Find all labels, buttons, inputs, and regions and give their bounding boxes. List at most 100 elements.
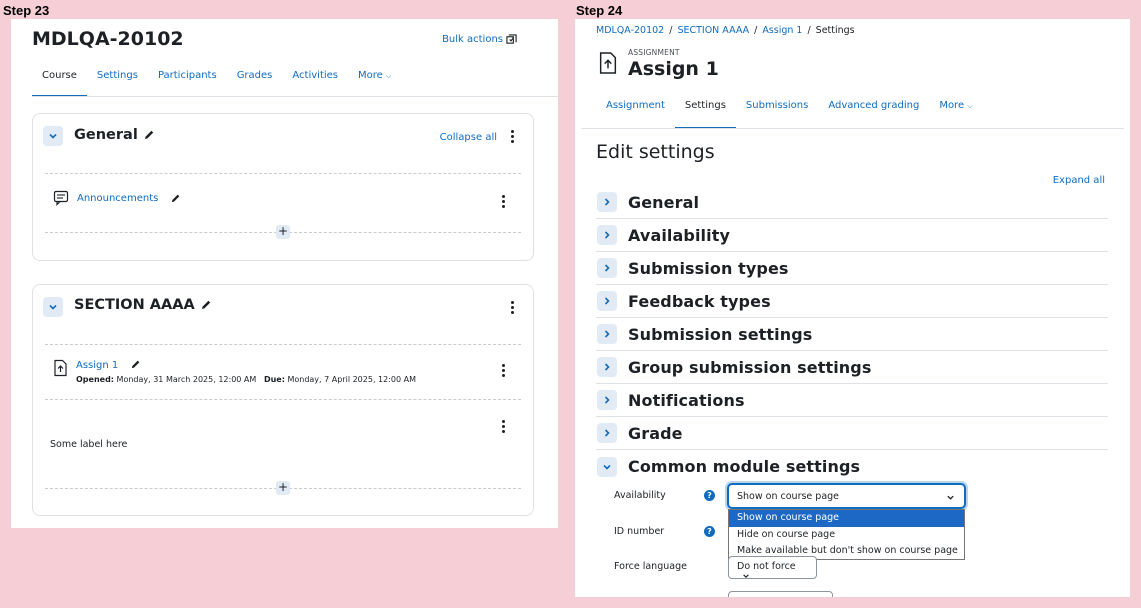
section-title-text: SECTION AAAA: [74, 297, 195, 313]
tab-grades[interactable]: Grades: [227, 69, 283, 97]
force-language-label: Force language: [614, 561, 687, 572]
activity-item: Announcements: [53, 190, 181, 206]
divider: [45, 399, 521, 400]
assignment-settings-panel: MDLQA-20102/ SECTION AAAA / Assign 1/ Set…: [575, 19, 1130, 597]
fieldset-label: Common module settings: [628, 457, 861, 476]
add-content-button[interactable]: +: [276, 481, 290, 495]
assignment-icon: [599, 52, 617, 74]
tab-settings[interactable]: Settings: [87, 69, 148, 97]
fieldset-common-module-settings[interactable]: Common module settings: [596, 450, 1108, 483]
due-value: Monday, 7 April 2025, 12:00 AM: [287, 375, 416, 384]
next-select[interactable]: [728, 591, 833, 597]
chevron-down-icon: ⌵: [967, 102, 973, 110]
chevron-right-icon: [597, 291, 617, 311]
chevron-down-icon: [947, 495, 954, 500]
section-title: General: [74, 127, 155, 143]
chevron-down-icon: [49, 133, 57, 139]
tab-participants[interactable]: Participants: [148, 69, 227, 97]
label-menu-icon[interactable]: [498, 420, 508, 433]
section-menu-icon[interactable]: [507, 130, 517, 143]
tab-more-label: More: [358, 70, 383, 81]
section-collapse-button[interactable]: [43, 297, 63, 317]
tab-course[interactable]: Course: [32, 69, 87, 97]
tab-submissions[interactable]: Submissions: [736, 100, 818, 129]
dropdown-option[interactable]: Show on course page: [729, 510, 964, 527]
activity-menu-icon[interactable]: [498, 364, 508, 377]
expand-all-link[interactable]: Expand all: [1053, 175, 1105, 186]
breadcrumb-current: Settings: [815, 25, 855, 36]
chevron-down-icon: [597, 456, 617, 477]
tab-activities[interactable]: Activities: [282, 69, 348, 97]
course-title: MDLQA-20102: [32, 28, 184, 50]
nav-divider: [581, 128, 1124, 129]
chevron-down-icon: [49, 304, 57, 310]
divider: [45, 173, 521, 174]
activity-link[interactable]: Announcements: [77, 193, 158, 204]
fieldset-label: Grade: [628, 423, 683, 443]
chevron-right-icon: [597, 192, 617, 212]
chevron-right-icon: [597, 357, 617, 377]
availability-select[interactable]: Show on course page: [727, 483, 966, 509]
pencil-icon[interactable]: [143, 129, 155, 141]
collapse-all-link[interactable]: Collapse all: [440, 132, 497, 143]
chevron-right-icon: [597, 225, 617, 245]
activity-link[interactable]: Assign 1: [76, 360, 118, 371]
activity-nav-tabs: Assignment Settings Submissions Advanced…: [596, 100, 983, 129]
pencil-icon[interactable]: [200, 299, 212, 311]
section-aaaa: SECTION AAAA Assign 1 Opened: Monday, 31…: [32, 284, 534, 516]
fieldset-availability[interactable]: Availability: [596, 219, 1108, 252]
section-general: General Collapse all Announcements +: [32, 113, 534, 261]
tab-advanced-grading[interactable]: Advanced grading: [818, 100, 929, 129]
fieldset-notifications[interactable]: Notifications: [596, 384, 1108, 417]
course-page-panel: MDLQA-20102 Bulk actions Course Settings…: [11, 19, 558, 528]
fieldset-label: Availability: [628, 225, 730, 245]
nav-divider: [32, 96, 558, 97]
fieldset-label: Submission types: [628, 258, 789, 278]
fieldset-group-submission-settings[interactable]: Group submission settings: [596, 351, 1108, 384]
section-menu-icon[interactable]: [507, 301, 517, 314]
section-collapse-button[interactable]: [43, 126, 63, 146]
page-title: Assign 1: [628, 58, 719, 80]
opened-label: Opened:: [76, 375, 114, 384]
due-label: Due:: [263, 375, 285, 384]
activity-menu-icon[interactable]: [498, 195, 508, 208]
help-icon[interactable]: ?: [704, 526, 715, 537]
force-language-value: Do not force: [737, 561, 796, 572]
fieldset-grade[interactable]: Grade: [596, 417, 1108, 450]
pencil-icon[interactable]: [130, 359, 141, 370]
bulk-edit-icon: [506, 34, 517, 44]
fieldset-submission-types[interactable]: Submission types: [596, 252, 1108, 285]
assignment-icon: [54, 359, 67, 377]
fieldset-label: Notifications: [628, 390, 745, 410]
breadcrumb-item[interactable]: Assign 1: [762, 25, 802, 36]
tab-assignment[interactable]: Assignment: [596, 100, 675, 129]
fieldset-label: Submission settings: [628, 324, 813, 344]
breadcrumb-item[interactable]: MDLQA-20102: [596, 25, 664, 36]
chevron-down-icon: [743, 574, 749, 578]
dropdown-option[interactable]: Hide on course page: [729, 527, 964, 544]
tab-more[interactable]: More ⌵: [929, 100, 982, 129]
tab-more[interactable]: More ⌵: [348, 69, 401, 97]
chevron-right-icon: [597, 258, 617, 278]
tab-settings[interactable]: Settings: [674, 100, 736, 129]
step-label-right: Step 24: [576, 3, 623, 18]
id-number-label: ID number: [614, 526, 665, 537]
force-language-select[interactable]: Do not force: [728, 556, 817, 579]
label-text: Some label here: [50, 439, 128, 450]
fieldset-label: Group submission settings: [628, 357, 872, 377]
bulk-actions-label: Bulk actions: [442, 34, 503, 45]
breadcrumb-item[interactable]: SECTION AAAA: [677, 25, 749, 36]
availability-label: Availability: [614, 490, 666, 501]
edit-settings-heading: Edit settings: [596, 141, 715, 163]
forum-icon: [53, 190, 69, 206]
fieldset-general[interactable]: General: [596, 186, 1108, 219]
fieldset-feedback-types[interactable]: Feedback types: [596, 285, 1108, 318]
bulk-actions-button[interactable]: Bulk actions: [442, 34, 517, 45]
pencil-icon[interactable]: [170, 193, 181, 204]
help-icon[interactable]: ?: [704, 490, 715, 501]
activity-dates: Opened: Monday, 31 March 2025, 12:00 AM …: [76, 375, 416, 384]
availability-select-value: Show on course page: [737, 491, 840, 502]
add-content-button[interactable]: +: [276, 225, 290, 239]
chevron-right-icon: [597, 390, 617, 410]
fieldset-submission-settings[interactable]: Submission settings: [596, 318, 1108, 351]
